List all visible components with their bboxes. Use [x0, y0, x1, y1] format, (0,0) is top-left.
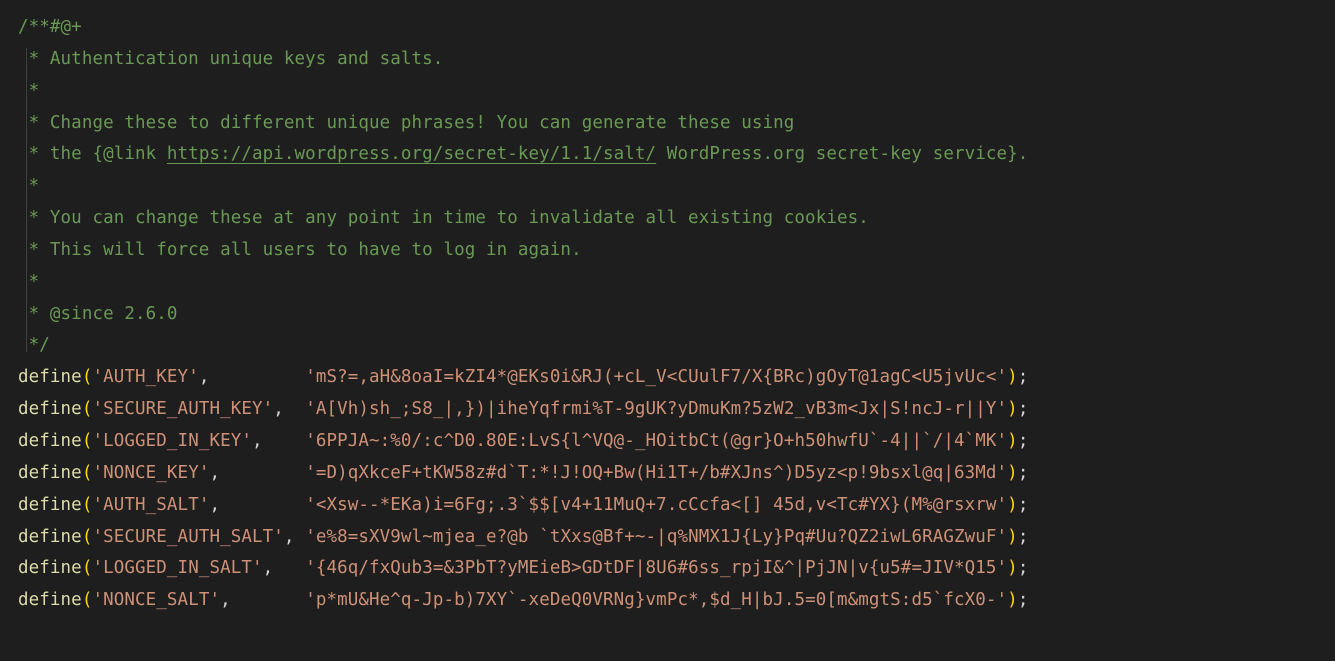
docblock-line: * — [18, 272, 39, 292]
define-line: define('SECURE_AUTH_KEY', 'A[Vh)sh_;S8_|… — [18, 399, 1028, 419]
docblock-line: * the {@link https://api.wordpress.org/s… — [18, 144, 1028, 164]
define-line: define('NONCE_SALT', 'p*mU&He^q-Jp-b)7XY… — [18, 590, 1028, 610]
docblock-line: * You can change these at any point in t… — [18, 208, 869, 228]
docblock-line: * @since 2.6.0 — [18, 304, 178, 324]
docblock-line: * Change these to different unique phras… — [18, 113, 794, 133]
docblock-line: * This will force all users to have to l… — [18, 240, 582, 260]
define-line: define('SECURE_AUTH_SALT', 'e%8=sXV9wl~m… — [18, 527, 1028, 547]
docblock-line: /**#@+ — [18, 17, 82, 37]
define-line: define('AUTH_KEY', 'mS?=,aH&8oaI=kZI4*@E… — [18, 367, 1028, 387]
docblock-indent-guide — [26, 48, 27, 352]
code-editor-content[interactable]: /**#@+ * Authentication unique keys and … — [0, 0, 1335, 631]
define-line: define('LOGGED_IN_KEY', '6PPJA~:%0/:c^D0… — [18, 431, 1028, 451]
docblock-line: * — [18, 81, 39, 101]
define-line: define('NONCE_KEY', '=D)qXkceF+tKW58z#d`… — [18, 463, 1028, 483]
define-line: define('AUTH_SALT', '<Xsw--*EKa)i=6Fg;.3… — [18, 495, 1028, 515]
docblock-line: * — [18, 176, 39, 196]
docblock-link[interactable]: https://api.wordpress.org/secret-key/1.1… — [167, 144, 656, 164]
define-line: define('LOGGED_IN_SALT', '{46q/fxQub3=&3… — [18, 558, 1028, 578]
docblock-line: * Authentication unique keys and salts. — [18, 49, 443, 69]
docblock-line: */ — [18, 335, 50, 355]
